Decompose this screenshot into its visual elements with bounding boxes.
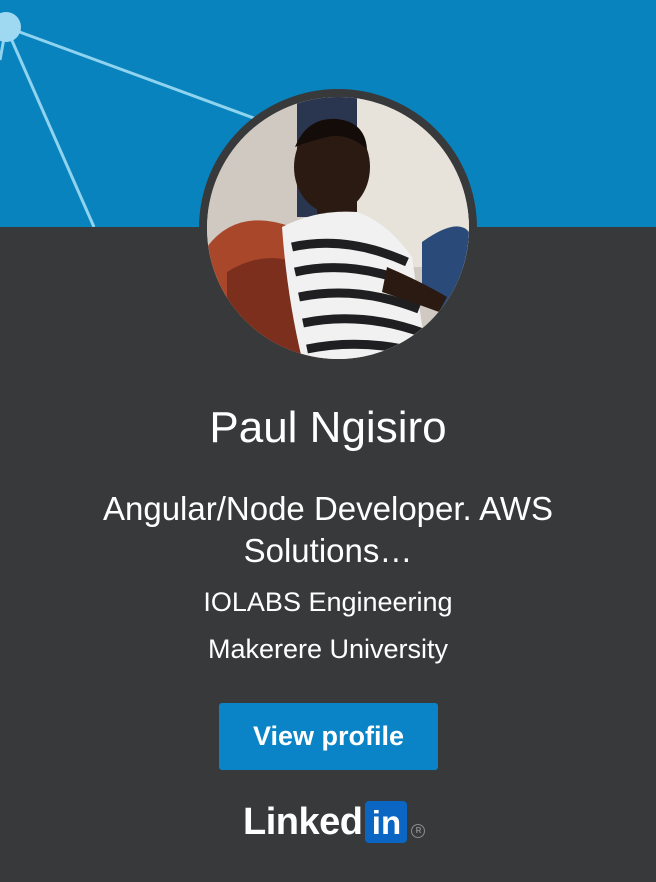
profile-badge-card: Paul Ngisiro Angular/Node Developer. AWS… (0, 0, 656, 882)
education-school[interactable]: Makerere University (0, 633, 656, 665)
linkedin-logo[interactable]: Linked in R (243, 800, 426, 844)
profile-headline: Angular/Node Developer. AWS Solutions… (102, 490, 554, 569)
current-company[interactable]: IOLABS Engineering (0, 586, 656, 618)
profile-photo (207, 97, 469, 359)
linkedin-in-box: in (365, 801, 408, 843)
profile-name[interactable]: Paul Ngisiro (0, 402, 656, 454)
avatar[interactable] (207, 97, 469, 359)
registered-mark-icon: R (411, 824, 426, 838)
view-profile-button[interactable]: View profile (219, 703, 438, 770)
linkedin-wordmark: Linked (243, 801, 363, 843)
